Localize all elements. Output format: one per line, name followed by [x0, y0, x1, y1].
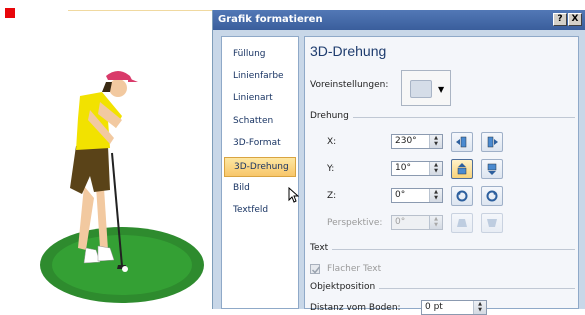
presets-dropdown[interactable]: ▼: [401, 70, 451, 106]
object-position-section: Objektposition: [310, 282, 575, 293]
widen-perspective-icon: [487, 219, 497, 227]
close-button[interactable]: X: [568, 13, 582, 26]
distance-stepper[interactable]: 0 pt ▲ ▼: [421, 300, 487, 315]
right-rotate-icon: [487, 136, 498, 148]
category-shadow[interactable]: Schatten: [224, 112, 296, 132]
y-spin-buttons[interactable]: ▲ ▼: [429, 162, 442, 175]
category-fill[interactable]: Füllung: [224, 45, 296, 65]
cw-rotate-icon: [486, 190, 498, 202]
narrow-perspective-icon: [457, 219, 467, 227]
z-label: Z:: [327, 191, 337, 201]
y-rotation-value: 10°: [395, 163, 411, 173]
z-rotation-value: 0°: [395, 190, 406, 200]
z-spin-buttons[interactable]: ▲ ▼: [429, 189, 442, 202]
flat-text-label: Flacher Text: [327, 264, 382, 274]
down-tilt-button[interactable]: [481, 159, 503, 179]
dialog-title: Grafik formatieren: [218, 14, 323, 25]
x-label: X:: [327, 137, 337, 147]
x-spin-buttons[interactable]: ▲ ▼: [429, 135, 442, 148]
cw-rotate-button[interactable]: [481, 186, 503, 206]
y-rotation-stepper[interactable]: 10° ▲ ▼: [391, 161, 443, 176]
flat-text-checkbox[interactable]: [310, 264, 321, 274]
dialog-titlebar[interactable]: Grafik formatieren ? X: [213, 10, 585, 30]
help-button[interactable]: ?: [553, 13, 567, 26]
left-rotate-button[interactable]: [451, 132, 473, 152]
selection-handle[interactable]: [5, 8, 15, 18]
preset-swatch: [410, 80, 432, 98]
pointer-cursor-icon: [288, 187, 299, 203]
chevron-down-icon: ▼: [438, 85, 445, 94]
panel-heading: 3D-Drehung: [310, 43, 387, 59]
category-3d-format[interactable]: 3D-Format: [224, 134, 296, 154]
distance-value: 0 pt: [425, 302, 443, 312]
right-rotate-button[interactable]: [481, 132, 503, 152]
distance-label: Distanz vom Boden:: [310, 303, 401, 313]
up-tilt-icon: [457, 163, 467, 175]
category-3d-rotation[interactable]: 3D-Drehung: [224, 157, 296, 177]
y-label: Y:: [327, 164, 335, 174]
presets-label: Voreinstellungen:: [310, 80, 389, 90]
perspective-label: Perspektive:: [327, 218, 383, 228]
up-tilt-button[interactable]: [451, 159, 473, 179]
category-textbox[interactable]: Textfeld: [224, 201, 296, 221]
category-line-style[interactable]: Linienart: [224, 89, 296, 109]
distance-spin-buttons[interactable]: ▲ ▼: [473, 301, 486, 314]
ccw-rotate-button[interactable]: [451, 186, 473, 206]
format-picture-dialog: Grafik formatieren ? X Füllung Linienfar…: [212, 10, 585, 315]
golfer-clipart: [40, 71, 204, 303]
page-margin-line: [68, 10, 218, 11]
perspective-value: 0°: [395, 217, 406, 227]
perspective-stepper[interactable]: 0° ▲ ▼: [391, 215, 443, 230]
narrow-perspective-button[interactable]: [451, 213, 473, 233]
rotation-section: Drehung: [310, 111, 575, 122]
perspective-spin-buttons[interactable]: ▲ ▼: [429, 216, 442, 229]
text-section: Text: [310, 243, 575, 254]
category-list: Füllung Linienfarbe Linienart Schatten 3…: [221, 36, 299, 309]
widen-perspective-button[interactable]: [481, 213, 503, 233]
checkmark-icon: [311, 266, 321, 274]
category-picture[interactable]: Bild: [224, 179, 296, 199]
category-line-color[interactable]: Linienfarbe: [224, 67, 296, 87]
x-rotation-stepper[interactable]: 230° ▲ ▼: [391, 134, 443, 149]
ccw-rotate-icon: [456, 190, 468, 202]
z-rotation-stepper[interactable]: 0° ▲ ▼: [391, 188, 443, 203]
x-rotation-value: 230°: [395, 136, 417, 146]
left-rotate-icon: [456, 136, 467, 148]
down-tilt-icon: [487, 163, 497, 175]
rotation-panel: 3D-Drehung Voreinstellungen: ▼ Drehung X…: [304, 36, 579, 315]
